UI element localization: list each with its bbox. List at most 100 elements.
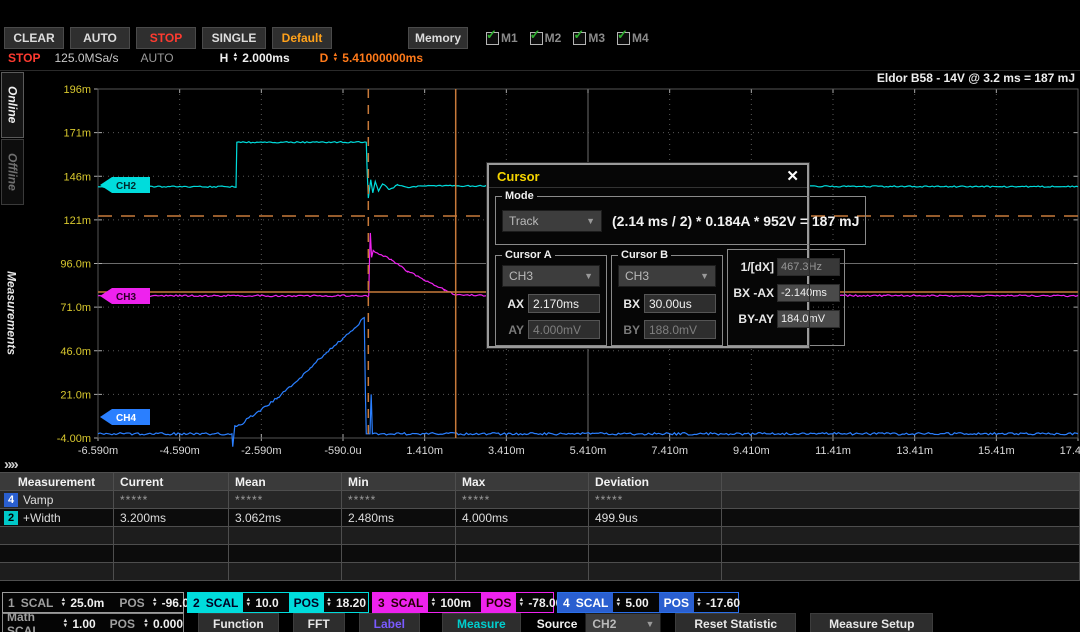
cell-spare (722, 509, 1080, 527)
scal-value[interactable]: 10.0 (253, 596, 280, 610)
cursor-a-source: CH3 (509, 269, 533, 283)
spinner-icon[interactable]: ▲▼ (430, 598, 436, 608)
pos-value[interactable]: 18.20 (334, 596, 368, 610)
clear-button[interactable]: CLEAR (4, 27, 64, 49)
ax-field[interactable]: 2.170ms (528, 294, 600, 313)
table-row-pwidth[interactable]: 2+Width 3.200ms 3.062ms 2.480ms 4.000ms … (0, 509, 1080, 527)
x-tick-label: 5.410m (570, 445, 607, 457)
source-dropdown[interactable]: CH2 ▼ (585, 613, 661, 632)
scal-label: SCAL (21, 596, 54, 610)
chevron-down-icon: ▼ (645, 619, 654, 629)
measure-setup-button[interactable]: Measure Setup (810, 613, 933, 632)
single-button[interactable]: SINGLE (202, 27, 266, 49)
ay-field: 4.000mV (528, 320, 600, 339)
cell-deviation: ***** (589, 491, 722, 509)
y-tick-label: 171m (63, 128, 91, 140)
spinner-icon[interactable]: ▲▼ (143, 619, 149, 629)
bx-ax-label: BX -AX (732, 286, 774, 300)
mode-value: Track (509, 214, 539, 228)
scal-label: SCAL (391, 596, 424, 610)
channel2-controls[interactable]: 2SCAL ▲▼ 10.0 POS ▲▼ 18.20 (187, 592, 369, 613)
memory-slot-label: M2 (545, 31, 562, 45)
sidebar-tab-online[interactable]: Online (1, 72, 24, 138)
source-value: CH2 (592, 617, 616, 631)
chevron-down-icon: ▼ (586, 216, 595, 226)
reset-statistic-button[interactable]: Reset Statistic (675, 613, 796, 632)
channel3-controls[interactable]: 3SCAL ▲▼ 100m POS ▲▼ -78.00m (372, 592, 554, 613)
mode-dropdown[interactable]: Track ▼ (502, 210, 602, 232)
memory-button[interactable]: Memory (408, 27, 468, 49)
channel4-controls[interactable]: 4SCAL ▲▼ 5.00 POS ▲▼ -17.60 (557, 592, 739, 613)
scal-value[interactable]: 100m (438, 596, 473, 610)
status-row: STOP 125.0MSa/s AUTO H ▲▼ 2.000ms D ▲▼ 5… (8, 50, 423, 66)
table-header-row: Measurement Current Mean Min Max Deviati… (0, 472, 1080, 491)
panel-expander-icon[interactable]: »» (4, 456, 17, 473)
pos-value[interactable]: -17.60 (704, 596, 742, 610)
label-button[interactable]: Label (359, 613, 420, 632)
auto-button[interactable]: AUTO (70, 27, 130, 49)
scope-region: Eldor B58 - 14V @ 3.2 ms = 187 mJ -6.590… (0, 70, 1080, 472)
col-min: Min (342, 472, 456, 491)
horizontal-scale-control[interactable]: H ▲▼ 2.000ms (220, 51, 290, 65)
y-tick-label: 71.0m (60, 302, 91, 314)
close-icon[interactable]: ✕ (786, 167, 799, 185)
scal-value[interactable]: 25.0m (68, 596, 106, 610)
measurement-name: Vamp (23, 493, 53, 507)
spinner-icon[interactable]: ▲▼ (60, 598, 66, 608)
sidebar-section-measurements: Measurements (1, 238, 22, 388)
memory-slot-m3[interactable]: ✓ M3 (573, 31, 605, 45)
cell-deviation: 499.9us (589, 509, 722, 527)
y-tick-label: 96.0m (60, 259, 91, 271)
spinner-icon[interactable]: ▲▼ (615, 598, 621, 608)
ax-label: AX (502, 297, 524, 311)
channel-settings-bar: 1SCAL ▲▼ 25.0m POS ▲▼ -96.00m 2SCAL ▲▼ 1… (2, 592, 742, 613)
math-controls[interactable]: Math SCAL ▲▼ 1.00 POS ▲▼ 0.000 (2, 613, 184, 632)
dialog-titlebar[interactable]: Cursor ✕ (489, 165, 807, 188)
cursor-a-source-dropdown[interactable]: CH3 ▼ (502, 265, 600, 287)
scal-value[interactable]: 5.00 (623, 596, 650, 610)
x-tick-label: 9.410m (733, 445, 770, 457)
d-value: 5.41000000ms (342, 51, 423, 65)
cell-current: ***** (114, 491, 229, 509)
cursor-b-source-dropdown[interactable]: CH3 ▼ (618, 265, 716, 287)
table-row-vamp[interactable]: 4Vamp ***** ***** ***** ***** ***** (0, 491, 1080, 509)
acquisition-state: STOP (8, 51, 40, 65)
math-measure-bar: Math SCAL ▲▼ 1.00 POS ▲▼ 0.000 Function … (2, 613, 933, 632)
source-label: Source (537, 617, 578, 631)
checkbox-icon[interactable]: ✓ (617, 32, 630, 45)
measurement-table: Measurement Current Mean Min Max Deviati… (0, 472, 1080, 581)
x-tick-label: 13.41m (896, 445, 933, 457)
spinner-icon[interactable]: ▲▼ (152, 598, 158, 608)
h-label: H (220, 51, 229, 65)
spinner-icon[interactable]: ▲▼ (232, 53, 238, 63)
channel-marker-label: CH2 (116, 181, 136, 192)
spinner-icon[interactable]: ▲▼ (62, 619, 68, 629)
check-icon: ✓ (530, 27, 541, 43)
default-button[interactable]: Default (272, 27, 332, 49)
bx-field[interactable]: 30.00us (644, 294, 716, 313)
sidebar-tab-offline[interactable]: Offline (1, 139, 24, 205)
memory-slot-m4[interactable]: ✓ M4 (617, 31, 649, 45)
spinner-icon[interactable]: ▲▼ (326, 598, 332, 608)
spinner-icon[interactable]: ▲▼ (332, 53, 338, 63)
checkbox-icon[interactable]: ✓ (530, 32, 543, 45)
memory-slot-m1[interactable]: ✓ M1 (486, 31, 518, 45)
inv-dx-label: 1/[dX] (732, 260, 774, 274)
checkbox-icon[interactable]: ✓ (486, 32, 499, 45)
math-pos-value[interactable]: 0.000 (153, 617, 183, 631)
check-icon: ✓ (573, 27, 584, 43)
y-tick-label: -4.00m (57, 433, 91, 445)
delay-control[interactable]: D ▲▼ 5.41000000ms (320, 51, 423, 65)
spinner-icon[interactable]: ▲▼ (696, 598, 702, 608)
checkbox-icon[interactable]: ✓ (573, 32, 586, 45)
cell-mean: ***** (229, 491, 342, 509)
math-scal-value[interactable]: 1.00 (72, 617, 95, 631)
memory-slot-m2[interactable]: ✓ M2 (530, 31, 562, 45)
stop-button[interactable]: STOP (136, 27, 196, 49)
spinner-icon[interactable]: ▲▼ (518, 598, 524, 608)
measure-button[interactable]: Measure (442, 613, 521, 632)
table-row-empty (0, 545, 1080, 563)
function-button[interactable]: Function (198, 613, 279, 632)
spinner-icon[interactable]: ▲▼ (245, 598, 251, 608)
fft-button[interactable]: FFT (293, 613, 345, 632)
